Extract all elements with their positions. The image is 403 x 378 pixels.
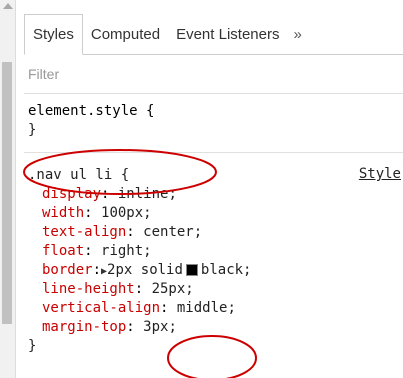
double-chevron-right-icon: » — [293, 25, 302, 43]
property-value: inline; — [117, 186, 177, 202]
declaration-vertical-align[interactable]: vertical-align: middle; — [28, 299, 403, 318]
rule-close-brace: } — [28, 338, 37, 354]
declaration-margin-top[interactable]: margin-top: 3px; — [28, 318, 403, 337]
vertical-scrollbar[interactable] — [0, 0, 16, 378]
tab-styles[interactable]: Styles — [24, 14, 83, 55]
declaration-display[interactable]: display: inline; — [28, 185, 403, 204]
declaration-line-height[interactable]: line-height: 25px; — [28, 280, 403, 299]
declaration-width[interactable]: width: 100px; — [28, 204, 403, 223]
declaration-border[interactable]: border:▶2px solid black; — [28, 261, 403, 280]
nav-ul-li-rule: .nav ul li { display: inline; width: 100… — [28, 166, 403, 356]
tab-event-listeners[interactable]: Event Listeners — [168, 14, 287, 54]
property-name: border — [42, 262, 93, 278]
tab-styles-label: Styles — [33, 26, 74, 43]
property-value: 100px; — [101, 205, 152, 221]
property-value: 25px; — [151, 281, 194, 297]
element-style-rule: element.style { } — [28, 102, 403, 140]
element-style-selector[interactable]: element.style { — [28, 102, 403, 121]
property-name: text-align — [42, 224, 127, 240]
filter-input[interactable]: Filter — [24, 55, 403, 94]
declaration-float[interactable]: float: right; — [28, 242, 403, 261]
property-name: width — [42, 205, 85, 221]
property-value: 3px; — [143, 319, 177, 335]
rule-selector[interactable]: .nav ul li { — [28, 166, 403, 185]
filter-placeholder: Filter — [28, 66, 60, 82]
property-name: line-height — [42, 281, 135, 297]
tab-event-listeners-label: Event Listeners — [176, 25, 280, 43]
color-swatch-icon[interactable] — [185, 264, 198, 276]
tab-bar: Styles Computed Event Listeners » — [24, 14, 403, 55]
more-tabs-button[interactable]: » — [287, 14, 307, 54]
scroll-up-arrow-icon[interactable] — [3, 3, 13, 9]
property-value: middle; — [176, 300, 236, 316]
property-value: right; — [101, 243, 152, 259]
property-value-color: black; — [200, 262, 252, 278]
property-name: float — [42, 243, 85, 259]
property-name: display — [42, 186, 102, 202]
tab-computed-label: Computed — [90, 25, 161, 43]
scroll-thumb[interactable] — [2, 62, 12, 324]
property-value: center; — [143, 224, 203, 240]
property-name: margin-top — [42, 319, 127, 335]
declaration-text-align[interactable]: text-align: center; — [28, 223, 403, 242]
rule-divider — [24, 152, 403, 153]
property-name: vertical-align — [42, 300, 161, 316]
element-style-close-brace: } — [28, 122, 37, 138]
tab-computed[interactable]: Computed — [83, 14, 168, 54]
property-value: 2px solid — [107, 262, 183, 278]
